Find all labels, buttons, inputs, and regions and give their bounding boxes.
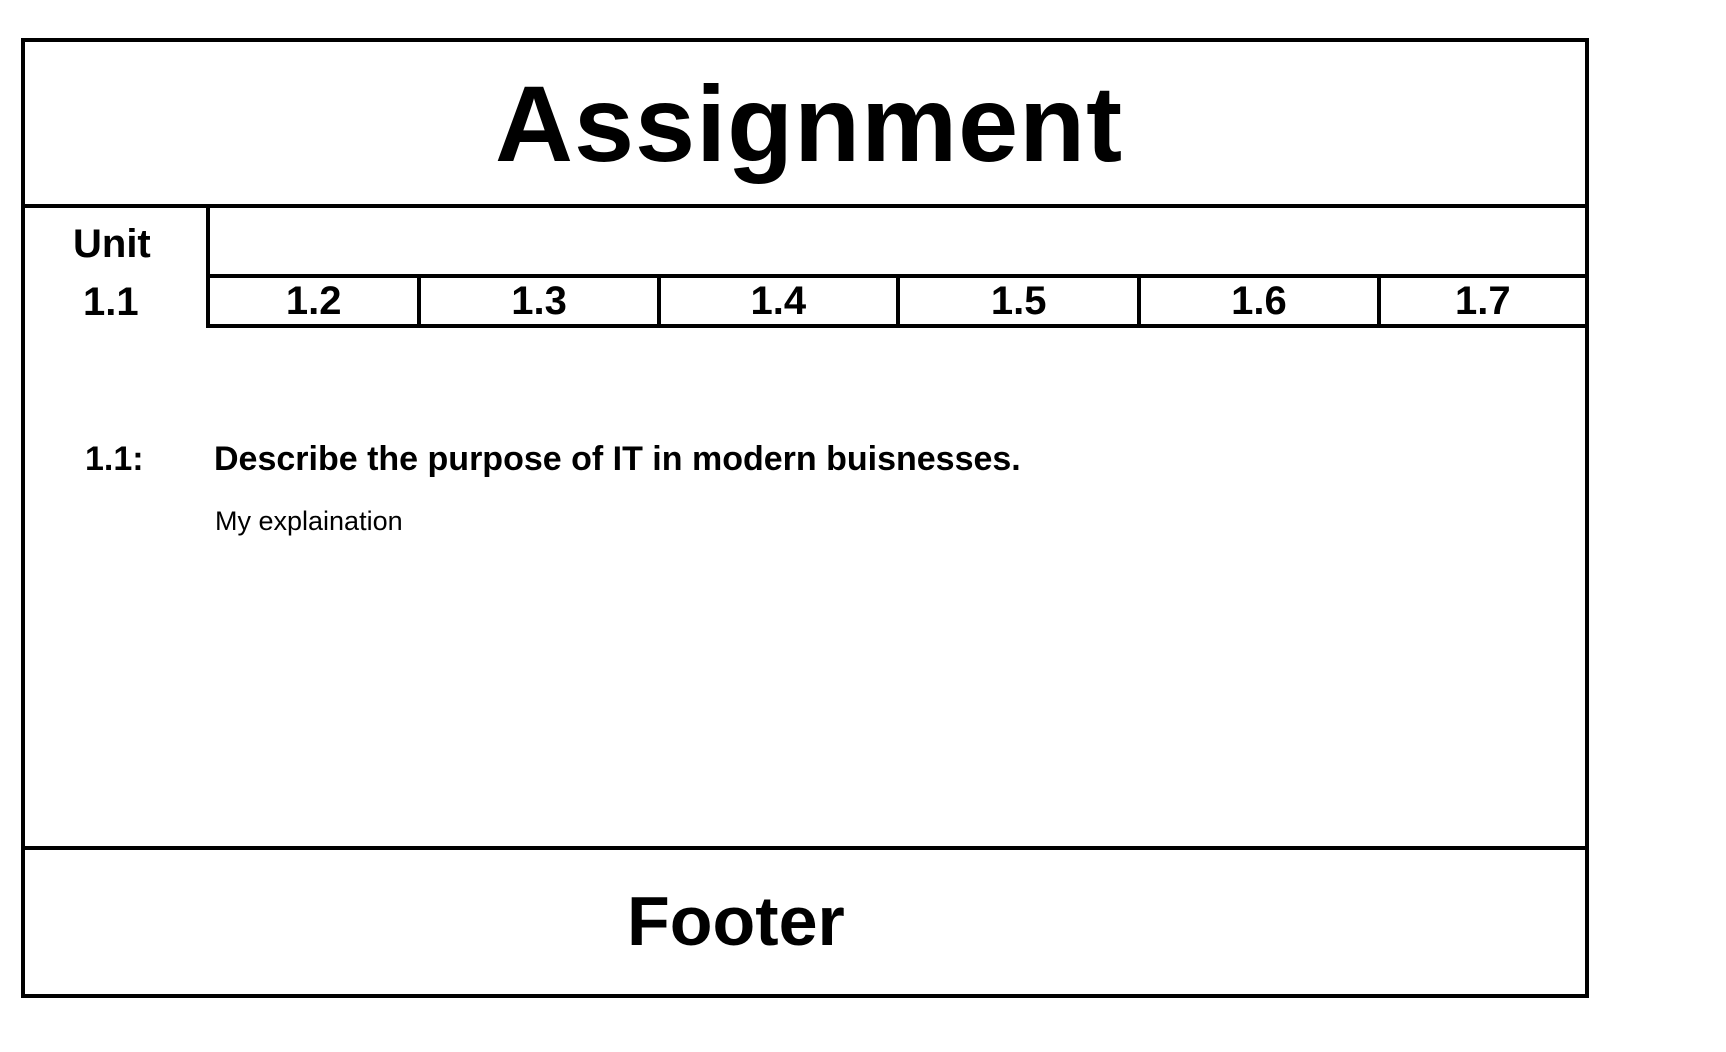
tab-1-1[interactable]: 1.1 xyxy=(83,282,139,322)
unit-bar xyxy=(206,208,1585,278)
page-frame: Assignment Unit 1.1 1.2 1.3 1.4 1.5 1.6 … xyxy=(21,38,1589,998)
tab-1-3[interactable]: 1.3 xyxy=(421,278,661,324)
footer-title: Footer xyxy=(627,882,845,960)
tab-1-4[interactable]: 1.4 xyxy=(661,278,901,324)
unit-label: Unit xyxy=(73,222,151,266)
answer-text: My explaination xyxy=(215,506,403,536)
question-text: Describe the purpose of IT in modern bui… xyxy=(214,440,1021,478)
tab-1-6[interactable]: 1.6 xyxy=(1141,278,1381,324)
tab-1-2[interactable]: 1.2 xyxy=(210,278,422,324)
tab-1-5[interactable]: 1.5 xyxy=(900,278,1142,324)
header: Assignment xyxy=(25,42,1585,208)
footer: Footer xyxy=(25,846,1585,994)
tab-1-7[interactable]: 1.7 xyxy=(1381,278,1585,324)
question-number: 1.1: xyxy=(85,440,144,478)
page-title: Assignment xyxy=(495,63,1124,184)
unit-tabs: 1.2 1.3 1.4 1.5 1.6 1.7 xyxy=(206,278,1585,328)
